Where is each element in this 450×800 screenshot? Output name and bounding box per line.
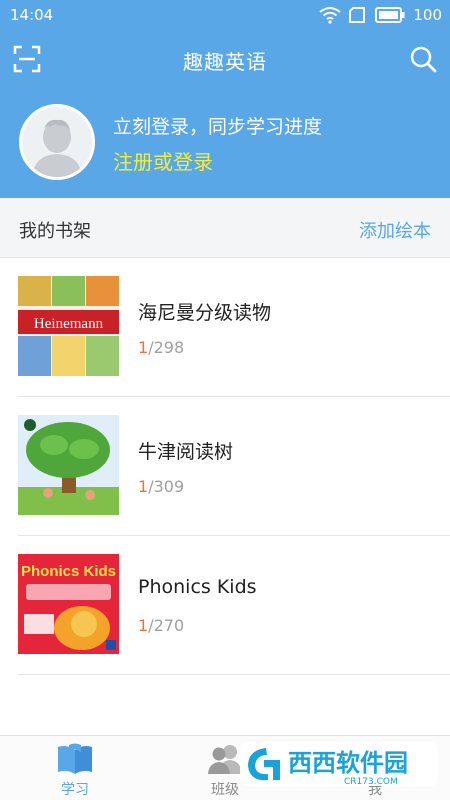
book-item-phonics-kids[interactable]: Phonics Kids Phonics Kids 1/270 bbox=[18, 536, 450, 675]
app-bar: 趣趣英语 bbox=[0, 32, 450, 88]
book-title: 海尼曼分级读物 bbox=[138, 302, 272, 324]
book-item-oxford[interactable]: 牛津阅读树 1/309 bbox=[18, 397, 450, 536]
book-cover-text: Heinemann bbox=[34, 316, 104, 332]
group-icon bbox=[208, 745, 242, 774]
book-title: Phonics Kids bbox=[138, 576, 257, 598]
bookshelf-header: 我的书架 添加绘本 bbox=[0, 198, 450, 258]
watermark-subtext: CR173.COM bbox=[344, 777, 398, 787]
book-cover bbox=[18, 415, 119, 515]
login-hint: 立刻登录，同步学习进度 bbox=[113, 116, 323, 138]
status-bar: 14:04 100 bbox=[0, 0, 450, 32]
bottom-tab-bar: 学习 班级 我 西西软件园 CR173.COM bbox=[0, 735, 450, 800]
progress-total: /270 bbox=[148, 616, 185, 635]
book-cover: Phonics Kids bbox=[18, 554, 119, 654]
progress-current: 1 bbox=[138, 338, 149, 357]
book-title: 牛津阅读树 bbox=[138, 441, 234, 463]
avatar-placeholder-icon bbox=[22, 107, 92, 177]
add-picture-book-button[interactable]: 添加绘本 bbox=[359, 217, 431, 243]
sim-icon bbox=[349, 7, 366, 23]
book-progress: 1/309 bbox=[138, 477, 184, 496]
book-list: Heinemann 海尼曼分级读物 1/298 牛津阅读树 1/309 Phon… bbox=[0, 258, 450, 675]
wifi-icon bbox=[319, 7, 341, 24]
book-cover: Heinemann bbox=[18, 276, 119, 376]
page-title: 趣趣英语 bbox=[183, 50, 267, 74]
search-icon[interactable] bbox=[408, 44, 438, 74]
progress-current: 1 bbox=[138, 616, 149, 635]
tab-label: 班级 bbox=[211, 782, 239, 798]
book-open-icon bbox=[58, 743, 92, 774]
progress-total: /298 bbox=[148, 338, 185, 357]
tab-learn[interactable]: 学习 bbox=[45, 742, 105, 799]
progress-current: 1 bbox=[138, 477, 149, 496]
watermark-text: 西西软件园 bbox=[288, 749, 408, 777]
status-icons: 100 bbox=[319, 6, 442, 24]
book-item-heinemann[interactable]: Heinemann 海尼曼分级读物 1/298 bbox=[18, 258, 450, 397]
progress-total: /309 bbox=[148, 477, 185, 496]
site-watermark-logo: 西西软件园 CR173.COM bbox=[240, 742, 438, 787]
book-progress: 1/270 bbox=[138, 616, 184, 635]
battery-percentage: 100 bbox=[413, 6, 442, 24]
login-register-link[interactable]: 注册或登录 bbox=[113, 146, 213, 175]
avatar[interactable] bbox=[19, 104, 95, 180]
status-time: 14:04 bbox=[10, 6, 54, 24]
book-cover-text: Phonics Kids bbox=[21, 563, 116, 580]
bookshelf-title: 我的书架 bbox=[19, 221, 91, 242]
tab-label: 学习 bbox=[61, 782, 89, 798]
profile-section: 立刻登录，同步学习进度 注册或登录 bbox=[0, 88, 450, 198]
book-progress: 1/298 bbox=[138, 338, 184, 357]
battery-icon bbox=[375, 7, 405, 23]
